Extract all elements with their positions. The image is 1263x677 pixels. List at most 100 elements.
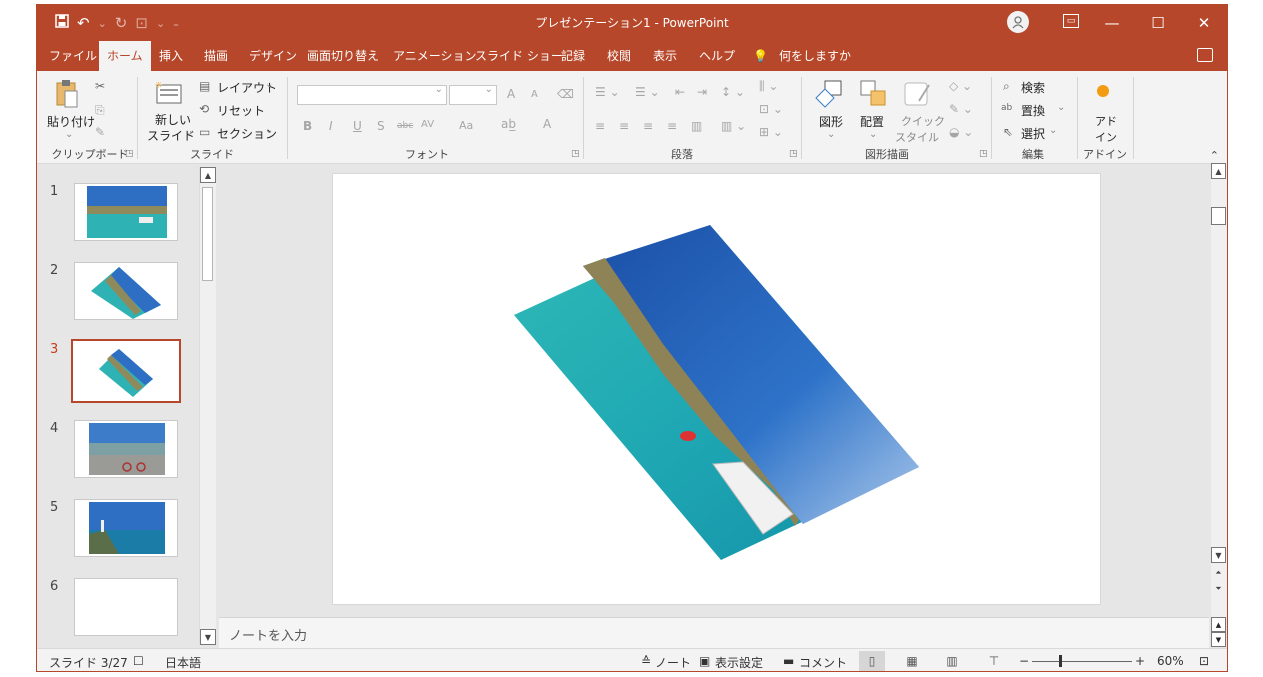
tab-draw[interactable]: 描画 [204, 41, 228, 71]
comments-button[interactable]: コメント [799, 654, 847, 671]
tell-me-search[interactable]: 何をしますか [779, 41, 851, 71]
align-left-icon[interactable]: ≡ [595, 119, 605, 133]
font-name-combo[interactable] [297, 84, 447, 105]
zoom-out-button[interactable]: − [1019, 654, 1029, 668]
columns-icon[interactable]: ▥ ⌄ [721, 119, 746, 133]
distributed-icon[interactable]: ▥ [691, 119, 702, 133]
comments-icon[interactable] [1197, 48, 1213, 62]
tab-record[interactable]: 記録 [561, 41, 585, 71]
minimize-button[interactable]: — [1089, 5, 1135, 41]
shape-outline-icon[interactable]: ✎ ⌄ [949, 102, 973, 116]
slide-thumbnail-6[interactable] [74, 578, 178, 636]
comments-icon[interactable]: ▬ [783, 654, 794, 668]
notes-scrollbar[interactable]: ▲ ▼ [1211, 617, 1227, 647]
change-case-button[interactable]: Aa [459, 119, 473, 132]
arrange-dropdown-icon[interactable]: ⌄ [869, 129, 877, 140]
zoom-in-button[interactable]: + [1135, 654, 1145, 668]
next-slide-icon[interactable]: ⏷ [1211, 581, 1226, 597]
shape-fill-icon[interactable]: ◇ ⌄ [949, 79, 972, 93]
paragraph-launcher-icon[interactable]: ◳ [789, 149, 798, 159]
font-launcher-icon[interactable]: ◳ [571, 149, 580, 159]
italic-button[interactable]: I [329, 119, 333, 133]
rotated-photo[interactable] [333, 174, 1101, 605]
tab-file[interactable]: ファイル [49, 41, 97, 71]
ribbon-display-options-icon[interactable]: ▭ [1063, 14, 1079, 28]
paste-button[interactable]: 貼り付け [47, 113, 95, 130]
font-color-button[interactable]: A [543, 117, 551, 131]
display-settings-icon[interactable]: ▣ [699, 654, 710, 668]
notes-button[interactable]: ノート [655, 654, 691, 671]
addins-icon[interactable] [1097, 85, 1109, 97]
strikethrough-button[interactable]: abc [397, 121, 413, 131]
section-icon[interactable]: ▭ [199, 125, 210, 139]
new-slide-label-1[interactable]: 新しい [155, 111, 191, 128]
clipboard-launcher-icon[interactable]: ◳ [125, 149, 134, 159]
close-button[interactable]: ✕ [1181, 5, 1227, 41]
format-painter-icon[interactable]: ✎ [95, 125, 105, 139]
scroll-down-icon[interactable]: ▼ [200, 629, 216, 645]
justify-icon[interactable]: ≡ [667, 119, 677, 133]
align-text-icon[interactable]: ⊡ ⌄ [759, 102, 783, 116]
language-indicator[interactable]: 日本語 [165, 654, 201, 671]
new-slide-icon[interactable]: ✳ [155, 79, 185, 107]
replace-icon[interactable]: ab [1001, 103, 1012, 113]
clear-format-icon[interactable]: ⌫ [557, 87, 574, 101]
tab-insert[interactable]: 挿入 [159, 41, 183, 71]
arrange-button[interactable]: 配置 [860, 113, 884, 130]
font-size-combo[interactable] [449, 84, 497, 105]
layout-icon[interactable]: ▤ [199, 79, 210, 93]
tab-home[interactable]: ホーム [99, 41, 151, 73]
notes-placeholder[interactable]: ノートを入力 [229, 625, 307, 644]
slide-scrollbar[interactable]: ▲ ▼ ⏶ ⏷ [1211, 163, 1227, 617]
cut-icon[interactable]: ✂ [95, 79, 105, 93]
char-spacing-button[interactable]: AV [421, 119, 434, 130]
addins-label-2[interactable]: イン [1095, 129, 1117, 145]
scroll-down-icon[interactable]: ▼ [1211, 547, 1226, 563]
scroll-up-icon[interactable]: ▲ [1211, 617, 1226, 632]
quick-styles-icon[interactable] [903, 79, 933, 109]
slide-thumbnail-3-selected[interactable] [71, 339, 181, 403]
fit-to-window-icon[interactable]: ⊡ [1199, 654, 1209, 668]
tab-design[interactable]: デザイン [249, 41, 297, 71]
text-direction-icon[interactable]: ⫼ ⌄ [759, 79, 778, 94]
align-center-icon[interactable]: ≡ [619, 119, 629, 133]
slide-sorter-icon[interactable]: ▦ [899, 651, 925, 671]
paste-dropdown-icon[interactable]: ⌄ [65, 129, 73, 140]
decrease-indent-icon[interactable]: ⇤ [675, 85, 685, 99]
shadow-button[interactable]: S [377, 119, 385, 133]
highlight-icon[interactable]: ab̲ [501, 117, 516, 131]
underline-button[interactable]: U [353, 119, 362, 133]
account-avatar-icon[interactable] [1007, 11, 1029, 33]
replace-button[interactable]: 置換 [1021, 102, 1045, 119]
lightbulb-icon[interactable]: 💡 [753, 41, 768, 71]
align-right-icon[interactable]: ≡ [643, 119, 653, 133]
copy-icon[interactable]: ⎘ [95, 103, 105, 118]
display-settings-button[interactable]: 表示設定 [715, 654, 763, 671]
arrange-icon[interactable] [859, 79, 889, 109]
line-spacing-icon[interactable]: ↕ ⌄ [721, 85, 745, 99]
tab-view[interactable]: 表示 [653, 41, 677, 71]
scroll-up-icon[interactable]: ▲ [1211, 163, 1226, 179]
zoom-level[interactable]: 60% [1157, 654, 1184, 668]
maximize-button[interactable]: ☐ [1135, 5, 1181, 41]
select-dropdown-icon[interactable]: ⌄ [1049, 125, 1057, 136]
tab-review[interactable]: 校閲 [607, 41, 631, 71]
normal-view-icon[interactable]: ▯ [859, 651, 885, 671]
notes-icon[interactable]: ≙ [641, 654, 651, 668]
new-slide-dropdown-icon[interactable]: ⌄ [185, 127, 193, 138]
tab-transitions[interactable]: 画面切り替え [307, 41, 379, 71]
increase-indent-icon[interactable]: ⇥ [697, 85, 707, 99]
select-icon[interactable]: ⇖ [1003, 125, 1013, 139]
reading-view-icon[interactable]: ▥ [939, 651, 965, 671]
shapes-icon[interactable] [815, 79, 845, 109]
previous-slide-icon[interactable]: ⏶ [1211, 565, 1226, 581]
slide-thumbnail-2[interactable] [74, 262, 178, 320]
find-icon[interactable]: ⌕ [1003, 79, 1010, 94]
slideshow-view-icon[interactable]: ⊤ [981, 651, 1007, 671]
find-button[interactable]: 検索 [1021, 79, 1045, 96]
slide-thumbnail-5[interactable] [74, 499, 178, 557]
slide-thumbnail-4[interactable] [74, 420, 178, 478]
quick-styles-label-1[interactable]: クイック [901, 113, 945, 129]
smartart-icon[interactable]: ⊞ ⌄ [759, 125, 783, 139]
replace-dropdown-icon[interactable]: ⌄ [1057, 102, 1065, 113]
